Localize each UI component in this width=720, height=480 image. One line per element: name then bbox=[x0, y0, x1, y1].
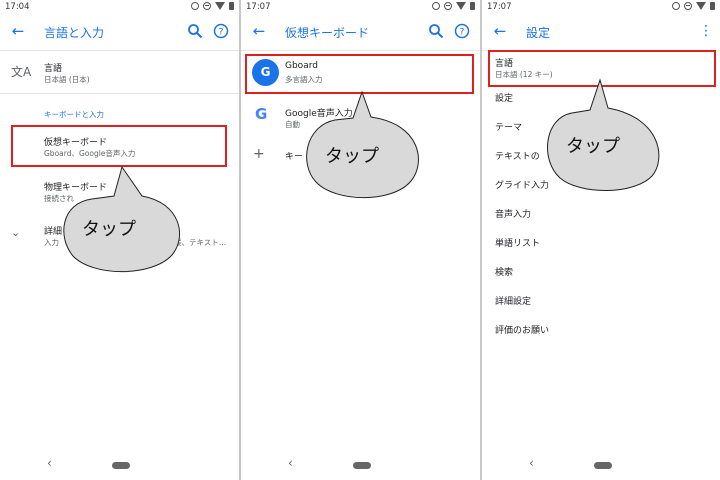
nav-home-pill[interactable] bbox=[112, 462, 130, 469]
nav-home-pill[interactable] bbox=[594, 462, 612, 469]
callout-bubble bbox=[306, 90, 419, 199]
nav-home-pill[interactable] bbox=[353, 462, 371, 469]
nav-bar: ‹ bbox=[0, 450, 239, 480]
nav-bar: ‹ bbox=[241, 450, 480, 480]
screen-virtual-keyboard: 17:07 ← 仮想キーボード ? Gboard 多言語入力 G Google音… bbox=[241, 0, 480, 480]
callout-text: タップ bbox=[82, 219, 136, 240]
nav-back-icon[interactable]: ‹ bbox=[47, 456, 52, 470]
nav-bar: ‹ bbox=[482, 450, 720, 480]
callout-bubble bbox=[547, 78, 660, 191]
nav-back-icon[interactable]: ‹ bbox=[529, 456, 534, 470]
screens: 17:04 ← 言語と入力 ? 文A 言語 日本語 (日本) キーボードと入力 … bbox=[0, 0, 720, 480]
screen-gboard-settings: 17:07 ← 設定 ⋮ 言語 日本語 (12 キー) 設定 テーマ テキストの bbox=[482, 0, 720, 480]
callout-text: タップ bbox=[325, 146, 379, 167]
screen-language-input: 17:04 ← 言語と入力 ? 文A 言語 日本語 (日本) キーボードと入力 … bbox=[0, 0, 239, 480]
callout-text: タップ bbox=[566, 136, 620, 157]
nav-back-icon[interactable]: ‹ bbox=[288, 456, 293, 470]
